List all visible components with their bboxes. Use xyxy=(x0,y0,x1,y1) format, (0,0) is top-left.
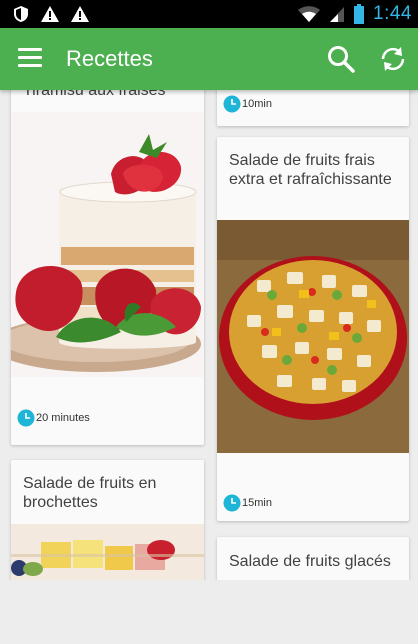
app-toolbar: Recettes xyxy=(0,28,418,90)
page-title: Recettes xyxy=(66,46,153,71)
recipe-title: Salade de fruits frais extra et rafraîch… xyxy=(229,152,392,188)
recipe-card[interactable]: Tiramisu aux fraises 20 minutes xyxy=(11,90,204,445)
recipe-duration: 10min xyxy=(223,95,272,113)
recipe-image xyxy=(11,524,204,580)
recipe-duration: 15min xyxy=(223,494,272,512)
search-icon[interactable] xyxy=(326,44,356,74)
notification-icons xyxy=(12,5,90,23)
recipe-image xyxy=(11,112,204,377)
sync-icon[interactable] xyxy=(379,45,407,73)
battery-icon xyxy=(354,4,365,24)
recipe-card[interactable]: 10min xyxy=(217,90,409,126)
recipe-duration-text: 15min xyxy=(242,497,272,509)
recipe-grid[interactable]: Tiramisu aux fraises 20 minutes Salade d… xyxy=(0,90,418,580)
wifi-icon xyxy=(298,6,321,22)
recipe-card[interactable]: Salade de fruits en brochettes xyxy=(11,460,204,580)
recipe-title: Salade de fruits glacés xyxy=(229,553,391,570)
status-bar: 1:44 xyxy=(0,0,418,28)
warning-icon xyxy=(41,6,59,22)
recipe-title: Tiramisu aux fraises xyxy=(23,90,166,99)
recipe-card[interactable]: Salade de fruits frais extra et rafraîch… xyxy=(217,137,409,521)
recipe-image xyxy=(217,220,409,453)
shield-icon xyxy=(14,6,28,22)
hamburger-menu-icon[interactable] xyxy=(18,48,42,68)
recipe-title: Salade de fruits en brochettes xyxy=(23,475,157,511)
clock-icon xyxy=(223,95,241,113)
recipe-duration: 20 minutes xyxy=(17,409,90,427)
system-icons: 1:44 xyxy=(297,3,412,25)
recipe-duration-text: 20 minutes xyxy=(36,412,90,424)
recipe-card[interactable]: Salade de fruits glacés xyxy=(217,537,409,580)
signal-icon xyxy=(330,7,345,22)
recipe-duration-text: 10min xyxy=(242,98,272,110)
clock-time: 1:44 xyxy=(373,3,412,24)
warning-icon xyxy=(71,6,89,22)
clock-icon xyxy=(17,409,35,427)
clock-icon xyxy=(223,494,241,512)
bottom-spacer xyxy=(0,580,418,644)
